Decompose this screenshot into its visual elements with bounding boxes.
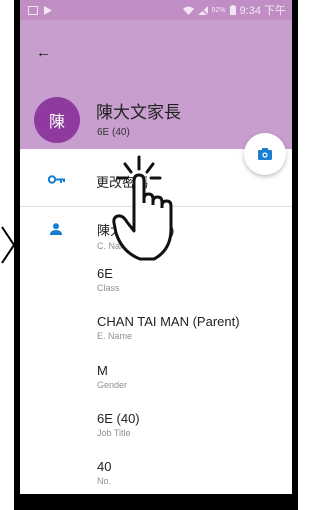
- tap-gesture-hand-icon: [112, 155, 173, 261]
- battery-percent: 92%: [211, 6, 226, 14]
- status-bar: 92% 9:34 下午: [20, 0, 292, 20]
- field-value: M: [97, 363, 108, 378]
- screenshot-icon: [28, 5, 38, 15]
- field-gender: M Gender: [97, 363, 127, 390]
- field-label: No.: [97, 476, 112, 486]
- battery-icon: [229, 5, 236, 15]
- profile-header: ← 陳 陳大文家長 6E (40): [20, 20, 292, 149]
- field-e-name: CHAN TAI MAN (Parent) E. Name: [97, 314, 240, 341]
- no-signal-icon: [197, 5, 208, 15]
- clock: 9:34 下午: [239, 5, 286, 17]
- status-right: 92% 9:34 下午: [182, 2, 292, 18]
- avatar[interactable]: 陳: [34, 97, 80, 143]
- profile-subtitle: 6E (40): [97, 127, 130, 138]
- field-value: 6E (40): [97, 411, 140, 426]
- play-icon: [44, 5, 52, 15]
- field-class: 6E Class: [97, 266, 120, 293]
- field-label: E. Name: [97, 331, 133, 341]
- field-label: Class: [97, 283, 120, 293]
- field-label: Job Title: [97, 428, 131, 438]
- field-no: 40 No.: [97, 459, 111, 486]
- field-label: Gender: [97, 380, 128, 390]
- back-arrow-icon[interactable]: ←: [36, 44, 51, 61]
- field-value: CHAN TAI MAN (Parent): [97, 314, 240, 329]
- key-icon: [48, 175, 65, 184]
- field-job-title: 6E (40) Job Title: [97, 411, 140, 438]
- field-value: 40: [97, 459, 112, 474]
- profile-name: 陳大文家長: [96, 103, 181, 122]
- person-icon: [50, 223, 62, 235]
- field-value: 6E: [97, 266, 113, 281]
- chevron-right-icon: [1, 226, 16, 264]
- wifi-icon: [182, 6, 194, 15]
- phone-screen: 92% 9:34 下午 ← 陳 陳大文家長 6E (40) 更改密碼 C. Na…: [20, 0, 292, 494]
- status-left: [20, 5, 52, 15]
